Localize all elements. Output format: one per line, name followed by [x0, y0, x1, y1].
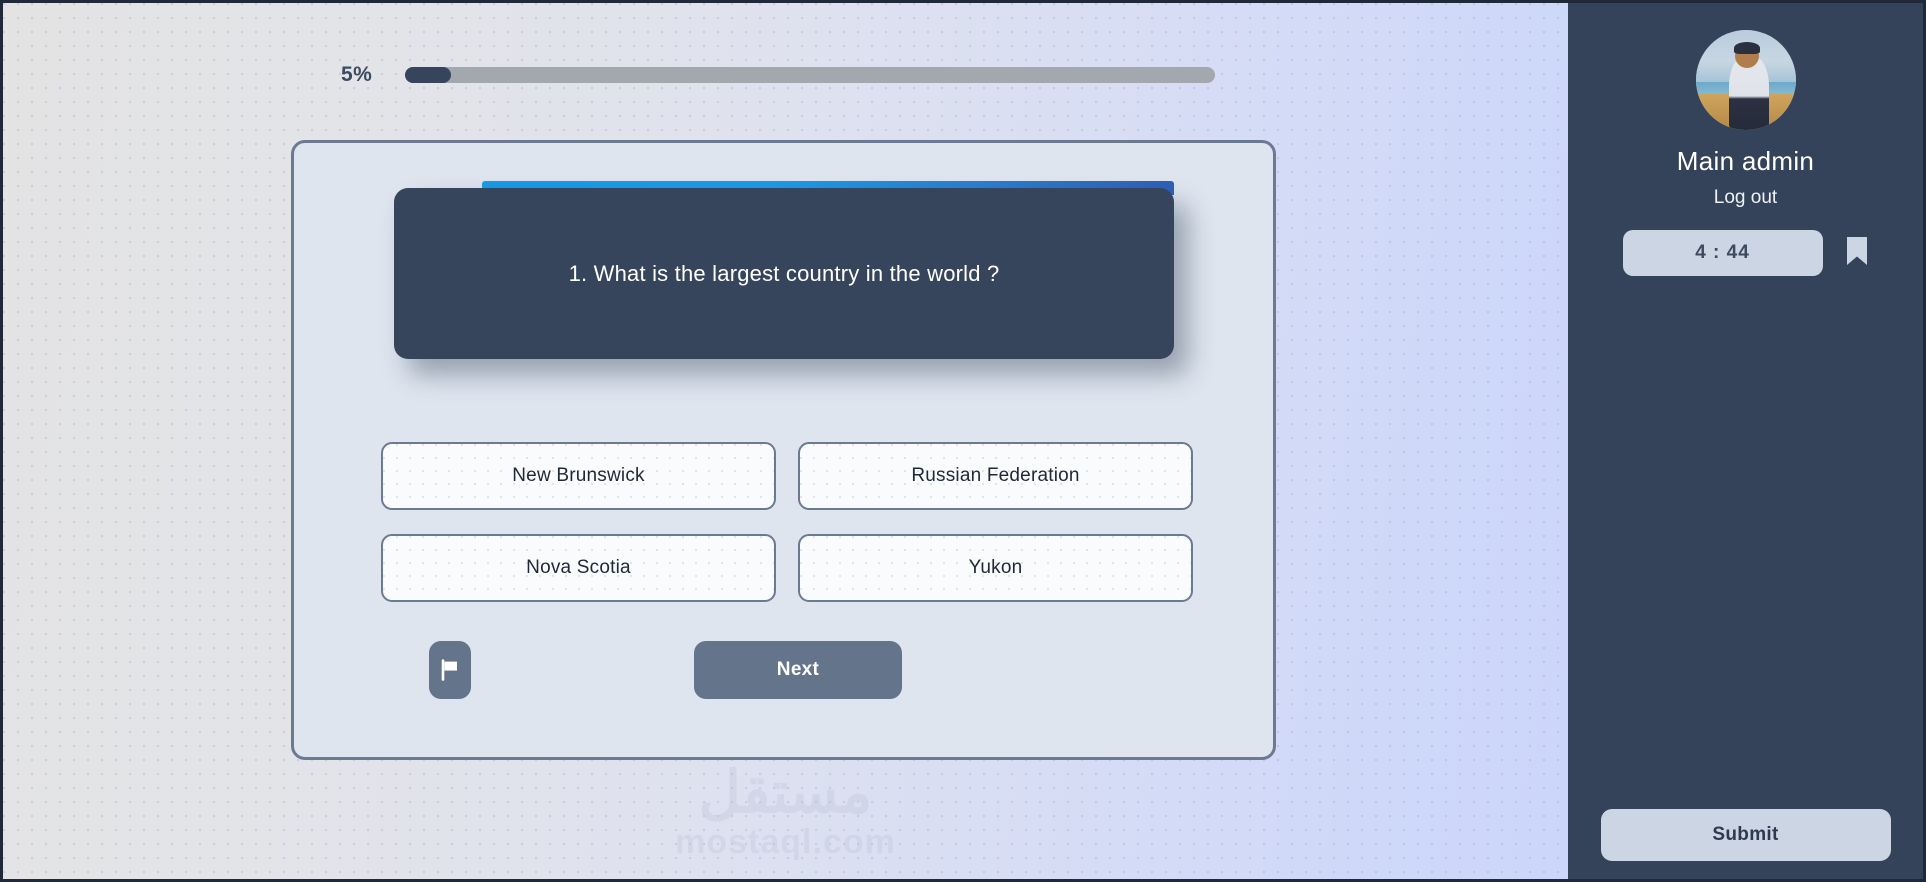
watermark-arabic: مستقل: [698, 759, 873, 825]
timer-row: 4 : 44: [1568, 230, 1923, 276]
progress-bar-track: [405, 67, 1215, 83]
action-row: Next: [381, 641, 1193, 699]
watermark-latin: mostaql.com: [675, 822, 896, 861]
answer-options-grid: New Brunswick Russian Federation Nova Sc…: [381, 442, 1193, 602]
quiz-card: 1. What is the largest country in the wo…: [291, 140, 1276, 760]
flag-icon: [440, 659, 460, 681]
user-name: Main admin: [1676, 146, 1815, 176]
answer-option[interactable]: Russian Federation: [798, 442, 1193, 510]
question-text: 1. What is the largest country in the wo…: [568, 260, 1000, 286]
timer-display: 4 : 44: [1622, 230, 1823, 276]
main-content-area: 5% 1. What is the largest country in the…: [3, 3, 1568, 879]
answer-option[interactable]: New Brunswick: [381, 442, 776, 510]
sidebar: Main admin Log out 4 : 44 Submit: [1568, 3, 1923, 879]
progress-percent-label: 5%: [341, 63, 373, 86]
quiz-app: 5% 1. What is the largest country in the…: [0, 0, 1926, 882]
question-wrapper: 1. What is the largest country in the wo…: [394, 181, 1174, 359]
bookmark-icon[interactable]: [1845, 235, 1869, 272]
logout-link[interactable]: Log out: [1714, 187, 1777, 209]
next-button[interactable]: Next: [694, 641, 902, 699]
avatar: [1695, 30, 1796, 130]
watermark: مستقل mostaql.com: [675, 759, 896, 861]
question-box: 1. What is the largest country in the wo…: [394, 188, 1174, 359]
flag-question-button[interactable]: [429, 641, 471, 699]
avatar-person-hair: [1733, 42, 1760, 54]
progress-bar-fill: [405, 67, 451, 83]
answer-option[interactable]: Yukon: [798, 534, 1193, 602]
submit-button[interactable]: Submit: [1600, 809, 1891, 861]
progress-row: 5%: [341, 63, 1215, 87]
answer-option[interactable]: Nova Scotia: [381, 534, 776, 602]
